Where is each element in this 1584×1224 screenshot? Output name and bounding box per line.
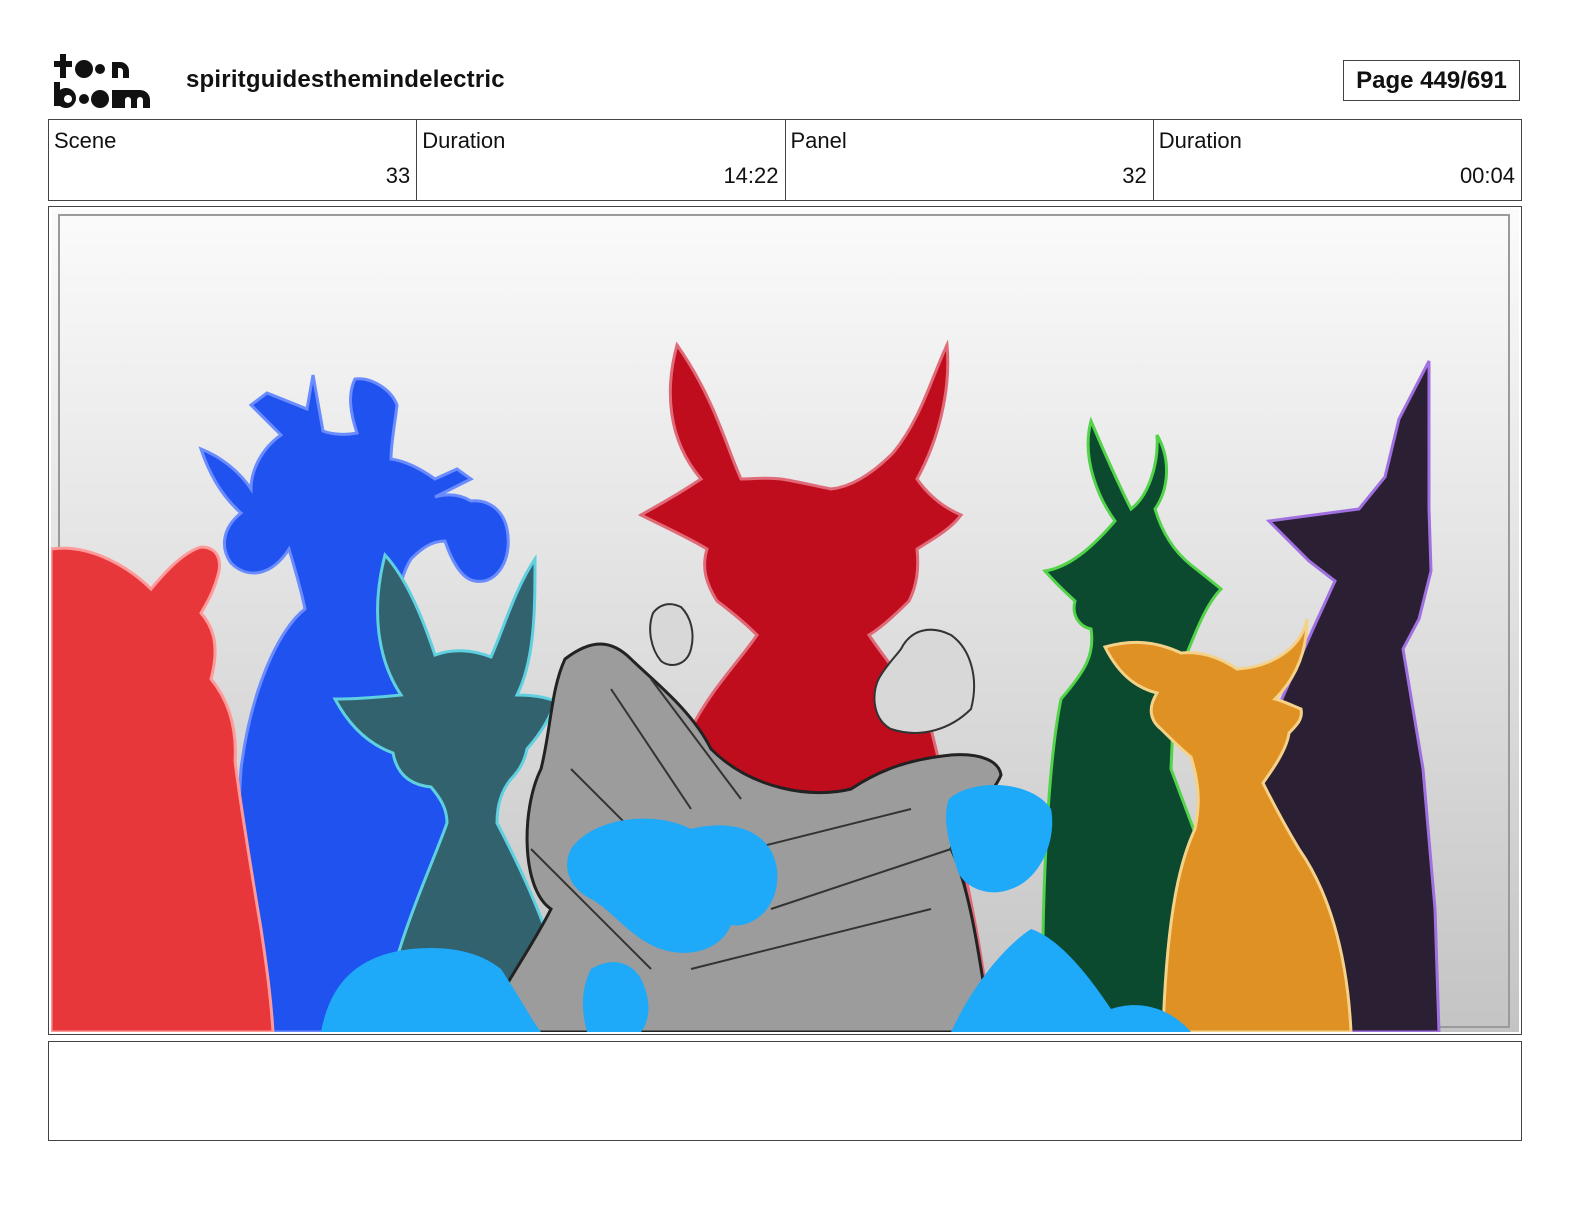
storyboard-panel-frame xyxy=(48,206,1522,1035)
panel-duration-value: 00:04 xyxy=(1459,163,1515,188)
panel-value: 32 xyxy=(1122,163,1147,188)
scene-duration-cell: Duration 14:22 xyxy=(417,120,786,200)
small-creature-left xyxy=(649,603,694,666)
panel-artwork xyxy=(51,209,1519,1032)
toonboom-logo-mark xyxy=(54,54,150,108)
scene-duration-label: Duration xyxy=(422,128,506,153)
scene-cell: Scene 33 xyxy=(49,120,418,200)
project-title: spiritguidesthemindelectric xyxy=(186,66,505,93)
panel-duration-cell: Duration 00:04 xyxy=(1154,120,1521,200)
panel-duration-label: Duration xyxy=(1158,128,1242,153)
scene-info-table: Scene 33 Duration 14:22 Panel 32 Duratio… xyxy=(48,119,1522,201)
scene-duration-value: 14:22 xyxy=(723,163,779,188)
panel-label: Panel xyxy=(790,128,847,153)
panel-notes-area xyxy=(48,1041,1522,1141)
panel-cell: Panel 32 xyxy=(786,120,1154,200)
toonboom-logo xyxy=(52,52,164,110)
page-indicator: Page 449/691 xyxy=(1343,60,1520,101)
scene-label: Scene xyxy=(54,128,117,153)
scene-value: 33 xyxy=(385,163,411,188)
